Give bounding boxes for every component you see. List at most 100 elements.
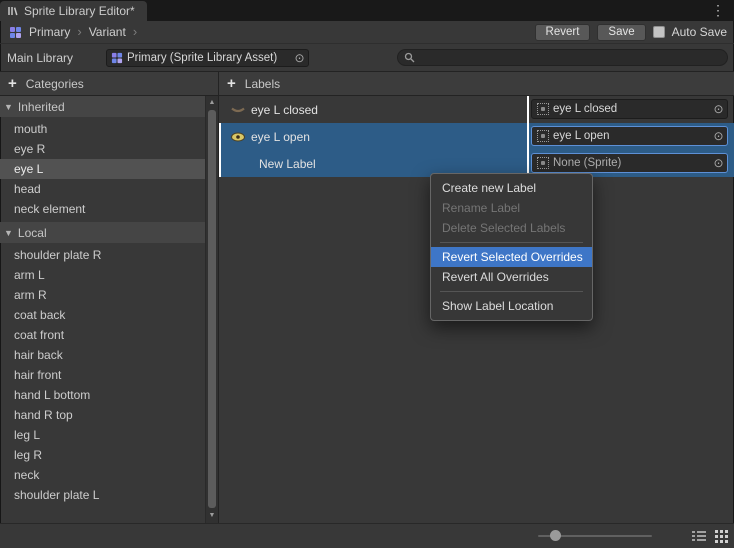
auto-save-checkbox[interactable] <box>653 26 665 38</box>
category-item-arm-l[interactable]: arm L <box>0 265 205 285</box>
sprite-library-asset-icon <box>111 52 123 64</box>
category-item-hair-front[interactable]: hair front <box>0 365 205 385</box>
search-box[interactable] <box>397 49 728 66</box>
label-row-eye-l-open[interactable]: eye L openeye L open⊙ <box>219 123 734 150</box>
main-library-label: Main Library <box>7 51 106 65</box>
eye-open-thumbnail <box>229 128 247 146</box>
menu-item-revert-all-overrides[interactable]: Revert All Overrides <box>431 267 592 287</box>
grid-view-icon[interactable] <box>715 530 728 543</box>
category-item-hair-back[interactable]: hair back <box>0 345 205 365</box>
menu-item-revert-selected-overrides[interactable]: Revert Selected Overrides <box>431 247 592 267</box>
override-bar <box>527 123 529 150</box>
categories-list: ▼ Inherited moutheye Reye Lheadneck elemen… <box>0 96 205 524</box>
labels-panel-title: Labels <box>245 77 280 91</box>
sprite-object-field[interactable]: eye L open⊙ <box>531 126 728 146</box>
tab-title: Sprite Library Editor* <box>24 4 135 18</box>
search-input[interactable] <box>420 52 721 64</box>
scrollbar-thumb[interactable] <box>208 110 216 508</box>
category-group-label: Inherited <box>18 100 65 114</box>
category-item-coat-back[interactable]: coat back <box>0 305 205 325</box>
toolbar-actions: Revert Save Auto Save <box>535 24 727 41</box>
save-button[interactable]: Save <box>597 24 645 41</box>
scroll-up-icon[interactable]: ▲ <box>206 96 218 109</box>
menu-separator <box>440 242 583 243</box>
breadcrumb-variant[interactable]: Variant <box>89 25 126 39</box>
list-view-icon[interactable] <box>692 530 706 542</box>
editor-panels: + Categories ▼ Inherited moutheye Reye Lhe… <box>0 71 734 524</box>
menu-item-rename-label: Rename Label <box>431 198 592 218</box>
thumbnail-placeholder <box>229 155 255 173</box>
category-item-hand-r-top[interactable]: hand R top <box>0 405 205 425</box>
category-item-head[interactable]: head <box>0 179 205 199</box>
object-picker-icon[interactable]: ⊙ <box>710 129 727 143</box>
category-item-leg-r[interactable]: leg R <box>0 445 205 465</box>
category-group-local[interactable]: ▼ Local <box>0 222 205 243</box>
status-bar <box>0 523 734 548</box>
category-item-eye-l[interactable]: eye L <box>0 159 205 179</box>
category-item-arm-r[interactable]: arm R <box>0 285 205 305</box>
category-item-shoulder-plate-l[interactable]: shoulder plate L <box>0 485 205 505</box>
category-item-mouth[interactable]: mouth <box>0 119 205 139</box>
sprite-object-field[interactable]: eye L closed⊙ <box>531 99 728 119</box>
label-name: eye L closed <box>251 103 318 117</box>
main-library-object-field[interactable]: Primary (Sprite Library Asset) ⊙ <box>106 49 309 67</box>
label-name: New Label <box>259 157 316 171</box>
breadcrumb-toolbar: Primary › Variant › Revert Save Auto Sav… <box>0 21 734 44</box>
categories-panel: + Categories ▼ Inherited moutheye Reye Lhe… <box>0 71 219 524</box>
object-picker-icon[interactable]: ⊙ <box>291 51 308 65</box>
add-category-button[interactable]: + <box>8 78 17 90</box>
kebab-menu-icon[interactable]: ⋮ <box>711 2 725 18</box>
label-name: eye L open <box>251 130 310 144</box>
foldout-icon: ▼ <box>4 228 13 238</box>
object-picker-icon[interactable]: ⊙ <box>710 102 727 116</box>
category-item-neck-element[interactable]: neck element <box>0 199 205 219</box>
category-item-leg-l[interactable]: leg L <box>0 425 205 445</box>
override-bar <box>527 96 529 123</box>
sprite-icon <box>537 157 549 169</box>
foldout-icon: ▼ <box>4 102 13 112</box>
chevron-right-icon: › <box>77 26 81 38</box>
object-field-value: None (Sprite) <box>553 157 710 169</box>
main-library-field-value: Primary (Sprite Library Asset) <box>127 52 291 64</box>
categories-scrollbar[interactable]: ▲ ▼ <box>205 96 218 524</box>
sprite-library-icon <box>7 5 19 17</box>
add-label-button[interactable]: + <box>227 78 236 90</box>
object-picker-icon[interactable]: ⊙ <box>710 156 727 170</box>
main-library-bar: Main Library Primary (Sprite Library Ass… <box>0 44 734 71</box>
menu-item-show-label-location[interactable]: Show Label Location <box>431 296 592 316</box>
zoom-slider-handle[interactable] <box>550 530 561 541</box>
category-group-label: Local <box>18 226 47 240</box>
override-indicator <box>219 150 221 177</box>
revert-button[interactable]: Revert <box>535 24 591 41</box>
sprite-icon <box>537 103 549 115</box>
tab-bar: Sprite Library Editor* ⋮ <box>0 0 734 21</box>
menu-separator <box>440 291 583 292</box>
tab-sprite-library-editor[interactable]: Sprite Library Editor* <box>0 1 147 21</box>
object-field-value: eye L open <box>553 130 710 142</box>
category-item-coat-front[interactable]: coat front <box>0 325 205 345</box>
eye-closed-thumbnail <box>229 101 247 119</box>
context-menu: Create new LabelRename LabelDelete Selec… <box>430 173 593 321</box>
menu-item-delete-selected-labels: Delete Selected Labels <box>431 218 592 238</box>
object-field-value: eye L closed <box>553 103 710 115</box>
menu-item-create-new-label[interactable]: Create new Label <box>431 178 592 198</box>
category-item-eye-r[interactable]: eye R <box>0 139 205 159</box>
categories-panel-header: + Categories <box>0 71 218 96</box>
sprite-object-field[interactable]: None (Sprite)⊙ <box>531 153 728 173</box>
scroll-down-icon[interactable]: ▼ <box>206 509 218 522</box>
eye-closed-sprite-thumbnail <box>230 104 246 116</box>
search-icon <box>404 52 415 63</box>
category-item-hand-l-bottom[interactable]: hand L bottom <box>0 385 205 405</box>
breadcrumb-primary[interactable]: Primary <box>29 25 70 39</box>
category-item-shoulder-plate-r[interactable]: shoulder plate R <box>0 245 205 265</box>
override-indicator <box>219 123 221 150</box>
categories-panel-title: Categories <box>26 77 84 91</box>
category-group-inherited[interactable]: ▼ Inherited <box>0 96 205 117</box>
category-item-neck[interactable]: neck <box>0 465 205 485</box>
auto-save-label: Auto Save <box>672 25 727 39</box>
label-row-eye-l-closed[interactable]: eye L closedeye L closed⊙ <box>219 96 734 123</box>
eye-open-sprite-thumbnail <box>230 131 246 143</box>
library-asset-icon <box>9 26 22 39</box>
chevron-right-icon: › <box>133 26 137 38</box>
labels-panel-header: + Labels <box>219 71 734 96</box>
